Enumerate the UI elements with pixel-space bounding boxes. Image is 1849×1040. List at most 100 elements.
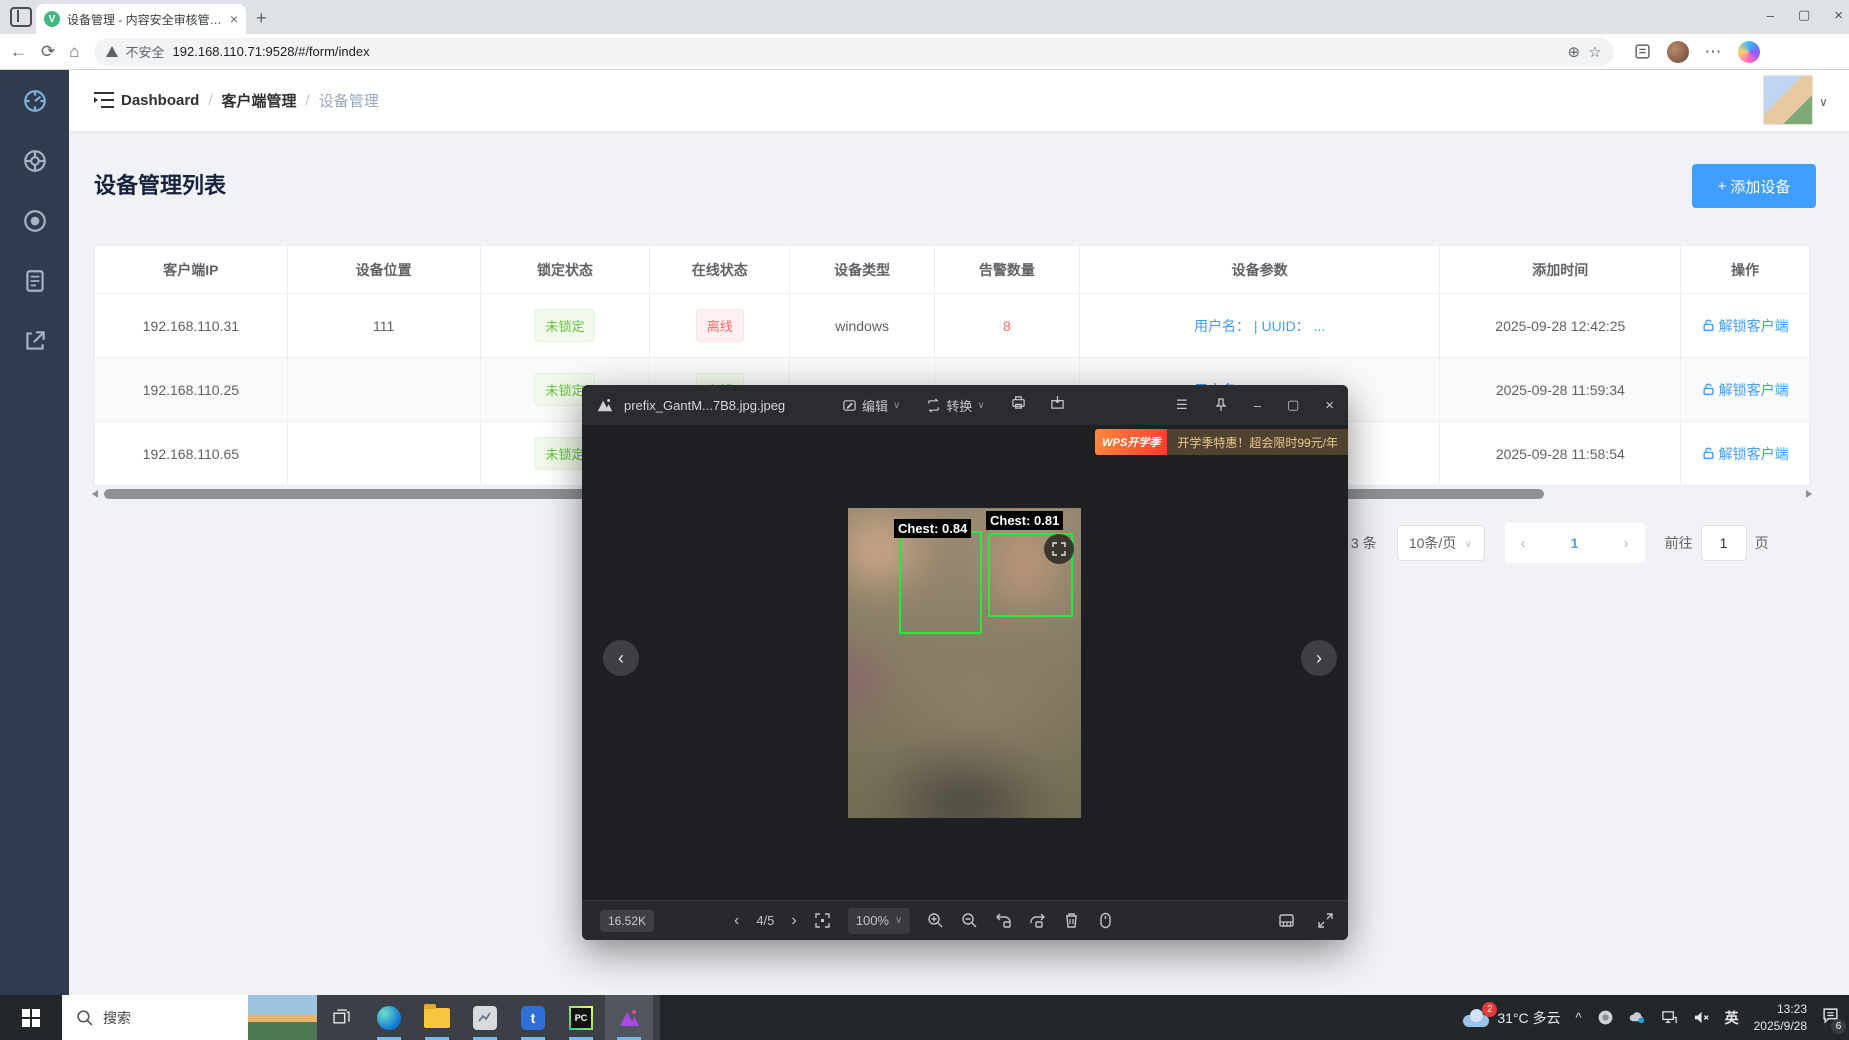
zoom-in-icon[interactable] xyxy=(927,912,944,929)
edit-menu[interactable]: 编辑∨ xyxy=(842,396,900,415)
current-page[interactable]: 1 xyxy=(1571,535,1579,551)
avatar-caret-icon[interactable]: ∨ xyxy=(1819,95,1828,109)
input-language-indicator[interactable]: 英 xyxy=(1725,1008,1739,1028)
promo-text: 开学季特惠！超会限时99元/年 xyxy=(1167,429,1348,455)
promo-banner[interactable]: WPS开学季 开学季特惠！超会限时99元/年 xyxy=(1095,429,1348,455)
pycharm-app-button[interactable]: PC xyxy=(557,995,605,1040)
scroll-left-icon[interactable] xyxy=(92,490,98,498)
page-zoom-icon[interactable]: ⊕ xyxy=(1568,43,1581,61)
unlock-client-link[interactable]: 解锁客户端 xyxy=(1702,444,1789,464)
next-page-viewer-icon[interactable]: › xyxy=(791,912,796,930)
external-link-icon[interactable] xyxy=(22,328,48,354)
header-actions: 操作 xyxy=(1681,246,1809,293)
prev-page-viewer-icon[interactable]: ‹ xyxy=(734,912,739,930)
cell-online-status: 离线 xyxy=(650,294,790,357)
app-header: Dashboard / 客户端管理 / 设备管理 ∨ xyxy=(69,70,1849,131)
tray-weather[interactable]: 2 31°C 多云 xyxy=(1463,1008,1560,1028)
network-icon[interactable] xyxy=(1661,1009,1678,1026)
collections-icon[interactable] xyxy=(1634,43,1651,60)
browser-tab[interactable]: V 设备管理 - 内容安全审核管理系统 × xyxy=(36,4,246,34)
zoom-out-icon[interactable] xyxy=(961,912,978,929)
tab-search-icon[interactable] xyxy=(10,7,32,27)
next-page-icon[interactable]: › xyxy=(1624,535,1629,552)
add-device-button[interactable]: + 添加设备 xyxy=(1692,164,1816,208)
viewer-menu-icon[interactable]: ☰ xyxy=(1176,397,1188,413)
crop-expand-icon[interactable] xyxy=(1044,534,1074,564)
header-alarm-count: 告警数量 xyxy=(935,246,1080,293)
address-bar[interactable]: 不安全 192.168.110.71:9528/#/form/index ⊕ ☆ xyxy=(94,38,1614,66)
viewer-minimize-icon[interactable]: – xyxy=(1254,398,1261,413)
logs-document-icon[interactable] xyxy=(22,268,48,294)
unlock-client-link[interactable]: 解锁客户端 xyxy=(1702,380,1789,400)
back-icon[interactable]: ← xyxy=(10,42,27,62)
teams-app-button[interactable]: t xyxy=(509,995,557,1040)
cell-client-ip: 192.168.110.25 xyxy=(95,358,288,421)
thumbnail-panel-icon[interactable] xyxy=(1278,912,1295,929)
prev-page-icon[interactable]: ‹ xyxy=(1521,535,1526,552)
pin-icon[interactable] xyxy=(1214,398,1228,412)
browser-profile-avatar[interactable] xyxy=(1667,41,1689,63)
volume-muted-icon[interactable] xyxy=(1693,1009,1710,1026)
dashboard-icon[interactable] xyxy=(22,88,48,114)
fullscreen-icon[interactable] xyxy=(1317,912,1334,929)
breadcrumb-client-mgmt[interactable]: 客户端管理 xyxy=(222,90,297,111)
start-button[interactable] xyxy=(0,995,62,1040)
image-viewer-app-button[interactable] xyxy=(605,995,653,1040)
breadcrumb-dashboard[interactable]: Dashboard xyxy=(121,92,199,109)
notification-center-button[interactable]: 6 xyxy=(1822,1007,1839,1029)
refresh-icon[interactable]: ⟳ xyxy=(41,42,55,62)
user-avatar[interactable] xyxy=(1763,75,1813,125)
weather-badge: 2 xyxy=(1482,1002,1497,1017)
goto-page-input[interactable]: 1 xyxy=(1701,525,1747,561)
tray-app-icon[interactable] xyxy=(1597,1009,1614,1026)
viewer-title-bar[interactable]: prefix_GantM...7B8.jpg.jpeg 编辑∨ 转换∨ ☰ – … xyxy=(582,385,1348,425)
url-text[interactable]: 192.168.110.71:9528/#/form/index xyxy=(173,44,1560,59)
rotate-left-icon[interactable] xyxy=(995,912,1012,929)
weather-widget-thumbnail[interactable] xyxy=(248,995,317,1040)
task-view-button[interactable] xyxy=(317,995,365,1040)
detection-wheel-icon[interactable] xyxy=(22,208,48,234)
tray-expand-icon[interactable]: ^ xyxy=(1576,1010,1582,1025)
prev-image-button[interactable]: ‹ xyxy=(603,640,639,676)
header-location: 设备位置 xyxy=(288,246,481,293)
mouse-mode-icon[interactable] xyxy=(1097,912,1114,929)
viewer-close-icon[interactable]: × xyxy=(1325,397,1334,414)
window-minimize-icon[interactable]: – xyxy=(1767,8,1774,23)
next-image-button[interactable]: › xyxy=(1301,640,1337,676)
device-params-link[interactable]: 用户名： | UUID： ... xyxy=(1194,316,1325,336)
scroll-right-icon[interactable] xyxy=(1806,490,1812,498)
favorite-star-icon[interactable]: ☆ xyxy=(1588,43,1601,61)
convert-menu[interactable]: 转换∨ xyxy=(926,396,984,415)
viewer-maximize-icon[interactable]: ▢ xyxy=(1287,397,1299,413)
print-icon[interactable] xyxy=(1011,395,1026,415)
delete-icon[interactable] xyxy=(1063,912,1080,929)
zoom-level-select[interactable]: 100%∨ xyxy=(848,908,911,934)
browser-tab-strip: V 设备管理 - 内容安全审核管理系统 × + – ▢ × xyxy=(0,0,1849,34)
tab-title: 设备管理 - 内容安全审核管理系统 xyxy=(67,11,223,28)
copilot-icon[interactable] xyxy=(1738,41,1760,63)
rotate-right-icon[interactable] xyxy=(1029,912,1046,929)
audit-wheel-icon[interactable] xyxy=(22,148,48,174)
collapse-sidebar-icon[interactable] xyxy=(93,90,115,110)
not-secure-warning-icon xyxy=(106,46,118,57)
cell-location: 111 xyxy=(288,294,481,357)
more-menu-icon[interactable]: ⋯ xyxy=(1705,42,1722,62)
taskbar-search[interactable]: 搜索 xyxy=(62,995,248,1040)
export-icon[interactable] xyxy=(1050,395,1065,415)
explorer-app-button[interactable] xyxy=(413,995,461,1040)
screen: V 设备管理 - 内容安全审核管理系统 × + – ▢ × ← ⟳ ⌂ 不安全 … xyxy=(0,0,1849,1040)
window-close-icon[interactable]: × xyxy=(1834,7,1843,24)
home-icon[interactable]: ⌂ xyxy=(69,42,79,62)
window-maximize-icon[interactable]: ▢ xyxy=(1798,7,1810,23)
unlock-client-link[interactable]: 解锁客户端 xyxy=(1702,316,1789,336)
clock[interactable]: 13:23 2025/9/28 xyxy=(1754,1001,1807,1035)
tab-close-icon[interactable]: × xyxy=(230,12,238,26)
file-size-badge: 16.52K xyxy=(600,910,654,932)
search-placeholder: 搜索 xyxy=(103,1008,131,1028)
fit-screen-icon[interactable] xyxy=(814,912,831,929)
cloud-sync-icon[interactable] xyxy=(1629,1009,1646,1026)
edge-app-button[interactable] xyxy=(365,995,413,1040)
page-size-select[interactable]: 10条/页 ∨ xyxy=(1397,525,1485,561)
new-tab-button[interactable]: + xyxy=(256,8,267,29)
wps-app-button[interactable] xyxy=(461,995,509,1040)
